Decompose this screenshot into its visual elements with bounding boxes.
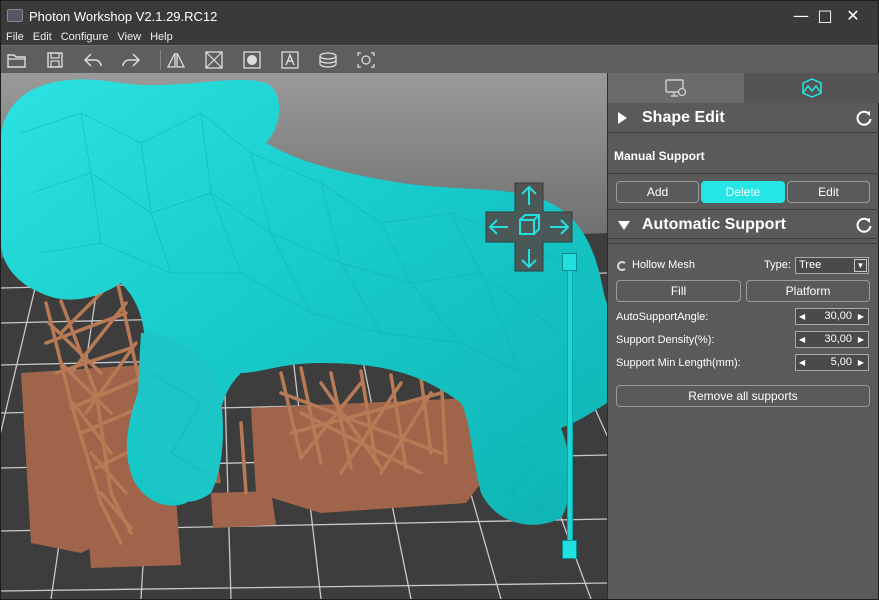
support-min-length-value: 5,00: [830, 356, 852, 368]
app-window: Photon Workshop V2.1.29.RC12 — □ ✕ File …: [0, 0, 879, 600]
support-density-label: Support Density(%):: [616, 334, 715, 346]
hollow-mesh-radio[interactable]: [617, 261, 627, 271]
shape-edit-title: Shape Edit: [642, 109, 725, 126]
support-density-value: 30,00: [824, 333, 852, 345]
menu-help[interactable]: Help: [145, 31, 177, 45]
3d-viewport[interactable]: [1, 73, 607, 599]
support-min-length-label: Support Min Length(mm):: [616, 357, 741, 369]
view-navigation-cross[interactable]: [484, 181, 574, 273]
title-bar: Photon Workshop V2.1.29.RC12 — □ ✕: [1, 1, 878, 31]
menu-bar: File Edit Configure View Help: [1, 31, 878, 45]
remove-all-supports-button[interactable]: Remove all supports: [616, 385, 870, 407]
open-folder-icon[interactable]: [6, 50, 28, 70]
menu-view[interactable]: View: [112, 31, 145, 45]
decrement-icon[interactable]: ◀: [799, 309, 805, 324]
delete-support-button[interactable]: Delete: [701, 181, 785, 203]
tab-print-settings[interactable]: [608, 73, 744, 103]
close-button[interactable]: ✕: [839, 4, 867, 28]
support-min-length-spinner[interactable]: ◀ 5,00 ▶: [795, 354, 869, 371]
type-label: Type:: [764, 259, 791, 271]
undo-icon[interactable]: [82, 50, 104, 70]
manual-support-title: Manual Support: [614, 149, 705, 163]
increment-icon[interactable]: ▶: [858, 332, 864, 347]
window-title: Photon Workshop V2.1.29.RC12: [29, 9, 218, 24]
mirror-icon[interactable]: [165, 50, 187, 70]
scene-render: [1, 73, 607, 599]
slice-icon[interactable]: [317, 50, 339, 70]
fill-button[interactable]: Fill: [616, 280, 741, 302]
add-support-button[interactable]: Add: [616, 181, 699, 203]
chevron-down-icon: ▼: [854, 259, 867, 272]
print-settings-icon: [665, 79, 687, 97]
side-panel: Shape Edit Manual Support Add Delete Edi…: [607, 73, 879, 599]
screenshot-icon[interactable]: [355, 50, 377, 70]
support-density-spinner[interactable]: ◀ 30,00 ▶: [795, 331, 869, 348]
repair-icon[interactable]: [203, 50, 225, 70]
menu-configure[interactable]: Configure: [56, 31, 113, 45]
decrement-icon[interactable]: ◀: [799, 355, 805, 370]
toolbar: [1, 45, 878, 73]
shape-edit-refresh-icon[interactable]: [855, 109, 873, 127]
layer-slider-top-handle[interactable]: [562, 253, 577, 271]
hollow-icon[interactable]: [241, 50, 263, 70]
toolbar-separator: [160, 50, 161, 70]
auto-support-angle-value: 30,00: [824, 310, 852, 322]
decrement-icon[interactable]: ◀: [799, 332, 805, 347]
support-type-select[interactable]: Tree ▼: [795, 257, 869, 274]
collapse-down-icon: [618, 221, 630, 230]
edit-support-button[interactable]: Edit: [787, 181, 870, 203]
auto-support-angle-label: AutoSupportAngle:: [616, 311, 709, 323]
maximize-button[interactable]: □: [811, 4, 839, 28]
model-edit-icon: [802, 78, 822, 98]
text-icon[interactable]: [279, 50, 301, 70]
layer-slider-bottom-handle[interactable]: [562, 540, 577, 559]
shape-edit-header[interactable]: Shape Edit: [608, 103, 879, 133]
divider: [608, 243, 879, 244]
collapse-right-icon: [618, 112, 627, 124]
automatic-support-header[interactable]: Automatic Support: [608, 209, 879, 239]
tab-model-edit[interactable]: [744, 73, 879, 103]
auto-support-angle-spinner[interactable]: ◀ 30,00 ▶: [795, 308, 869, 325]
hollow-mesh-label: Hollow Mesh: [632, 259, 695, 271]
automatic-support-title: Automatic Support: [642, 216, 786, 233]
divider: [608, 173, 879, 174]
menu-file[interactable]: File: [1, 31, 28, 45]
redo-icon[interactable]: [120, 50, 142, 70]
save-icon[interactable]: [44, 50, 66, 70]
platform-button[interactable]: Platform: [746, 280, 870, 302]
app-logo-icon: [7, 9, 23, 22]
automatic-support-refresh-icon[interactable]: [855, 216, 873, 234]
menu-edit[interactable]: Edit: [28, 31, 56, 45]
increment-icon[interactable]: ▶: [858, 309, 864, 324]
increment-icon[interactable]: ▶: [858, 355, 864, 370]
support-type-value: Tree: [799, 259, 822, 271]
panel-tabs: [608, 73, 879, 103]
layer-slider-track[interactable]: [567, 265, 573, 545]
